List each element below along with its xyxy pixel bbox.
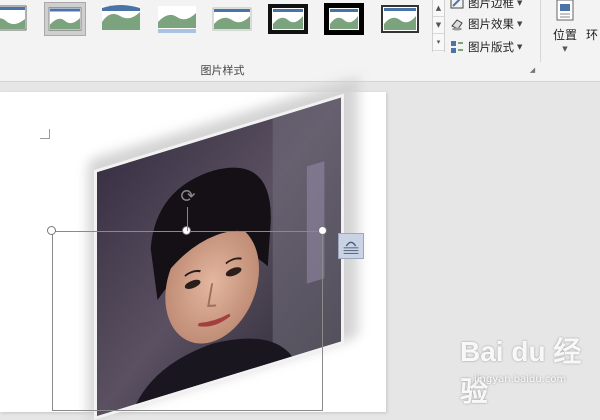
picture-border-icon — [450, 0, 464, 10]
picture-style-thumb[interactable] — [0, 2, 28, 36]
resize-handle-top-right[interactable] — [318, 226, 327, 235]
gallery-scrollbar[interactable]: ▲ ▼ ▾ — [432, 0, 445, 52]
rotate-icon[interactable]: ⟳ — [176, 186, 200, 208]
picture-style-thumb[interactable] — [379, 2, 421, 36]
chevron-down-icon: ▼ — [517, 0, 523, 7]
dialog-launcher-icon[interactable]: ◢ — [528, 66, 537, 75]
gallery-scroll-up-icon[interactable]: ▲ — [433, 0, 444, 17]
layout-options-button[interactable] — [338, 233, 364, 259]
chevron-down-icon: ▼ — [562, 45, 568, 53]
picture-border-button[interactable]: 图片边框 ▼ — [450, 0, 522, 11]
picture-style-thumb-selected[interactable] — [44, 2, 86, 36]
picture-effects-icon — [450, 17, 464, 31]
picture-styles-gallery — [0, 0, 432, 50]
picture-layout-label: 图片版式 — [468, 40, 514, 54]
gallery-more-icon[interactable]: ▾ — [433, 34, 444, 51]
position-label: 位置 — [552, 28, 577, 42]
position-button[interactable]: 位置 ▼ — [549, 0, 581, 62]
picture-style-thumb[interactable] — [100, 2, 142, 36]
picture-style-thumb[interactable] — [267, 2, 309, 36]
picture-style-thumb[interactable] — [156, 2, 198, 36]
watermark-url: jingyan.baidu.com — [474, 374, 567, 385]
picture-style-thumb[interactable] — [323, 2, 365, 36]
picture-style-thumb[interactable] — [211, 2, 253, 36]
picture-effects-label: 图片效果 — [468, 17, 514, 31]
position-icon — [554, 0, 576, 22]
wrap-text-button-truncated[interactable]: 环 — [586, 26, 598, 43]
chevron-down-icon: ▼ — [517, 43, 523, 51]
baidu-jingyan-watermark: Bai du 经验 jingyan.baidu.com — [460, 330, 600, 407]
resize-handle-top-left[interactable] — [47, 226, 56, 235]
picture-tools-ribbon: ▲ ▼ ▾ 图片样式 ◢ 图片边框 ▼ 图片效果 ▼ 图片版式 ▼ 位置 ▼ 环 — [0, 0, 600, 82]
gallery-scroll-down-icon[interactable]: ▼ — [433, 17, 444, 34]
picture-border-label: 图片边框 — [468, 0, 514, 10]
ribbon-separator — [540, 0, 541, 62]
picture-selection-frame — [52, 231, 323, 411]
watermark-brand: Bai du 经验 — [460, 336, 582, 407]
rotation-connector — [187, 207, 188, 231]
picture-styles-group-label: 图片样式 — [200, 64, 245, 77]
chevron-down-icon: ▼ — [517, 20, 523, 28]
layout-options-icon — [343, 241, 359, 254]
crop-mark — [40, 129, 50, 139]
picture-layout-icon — [450, 40, 464, 54]
picture-effects-button[interactable]: 图片效果 ▼ — [450, 16, 522, 32]
picture-layout-button[interactable]: 图片版式 ▼ — [450, 39, 522, 55]
